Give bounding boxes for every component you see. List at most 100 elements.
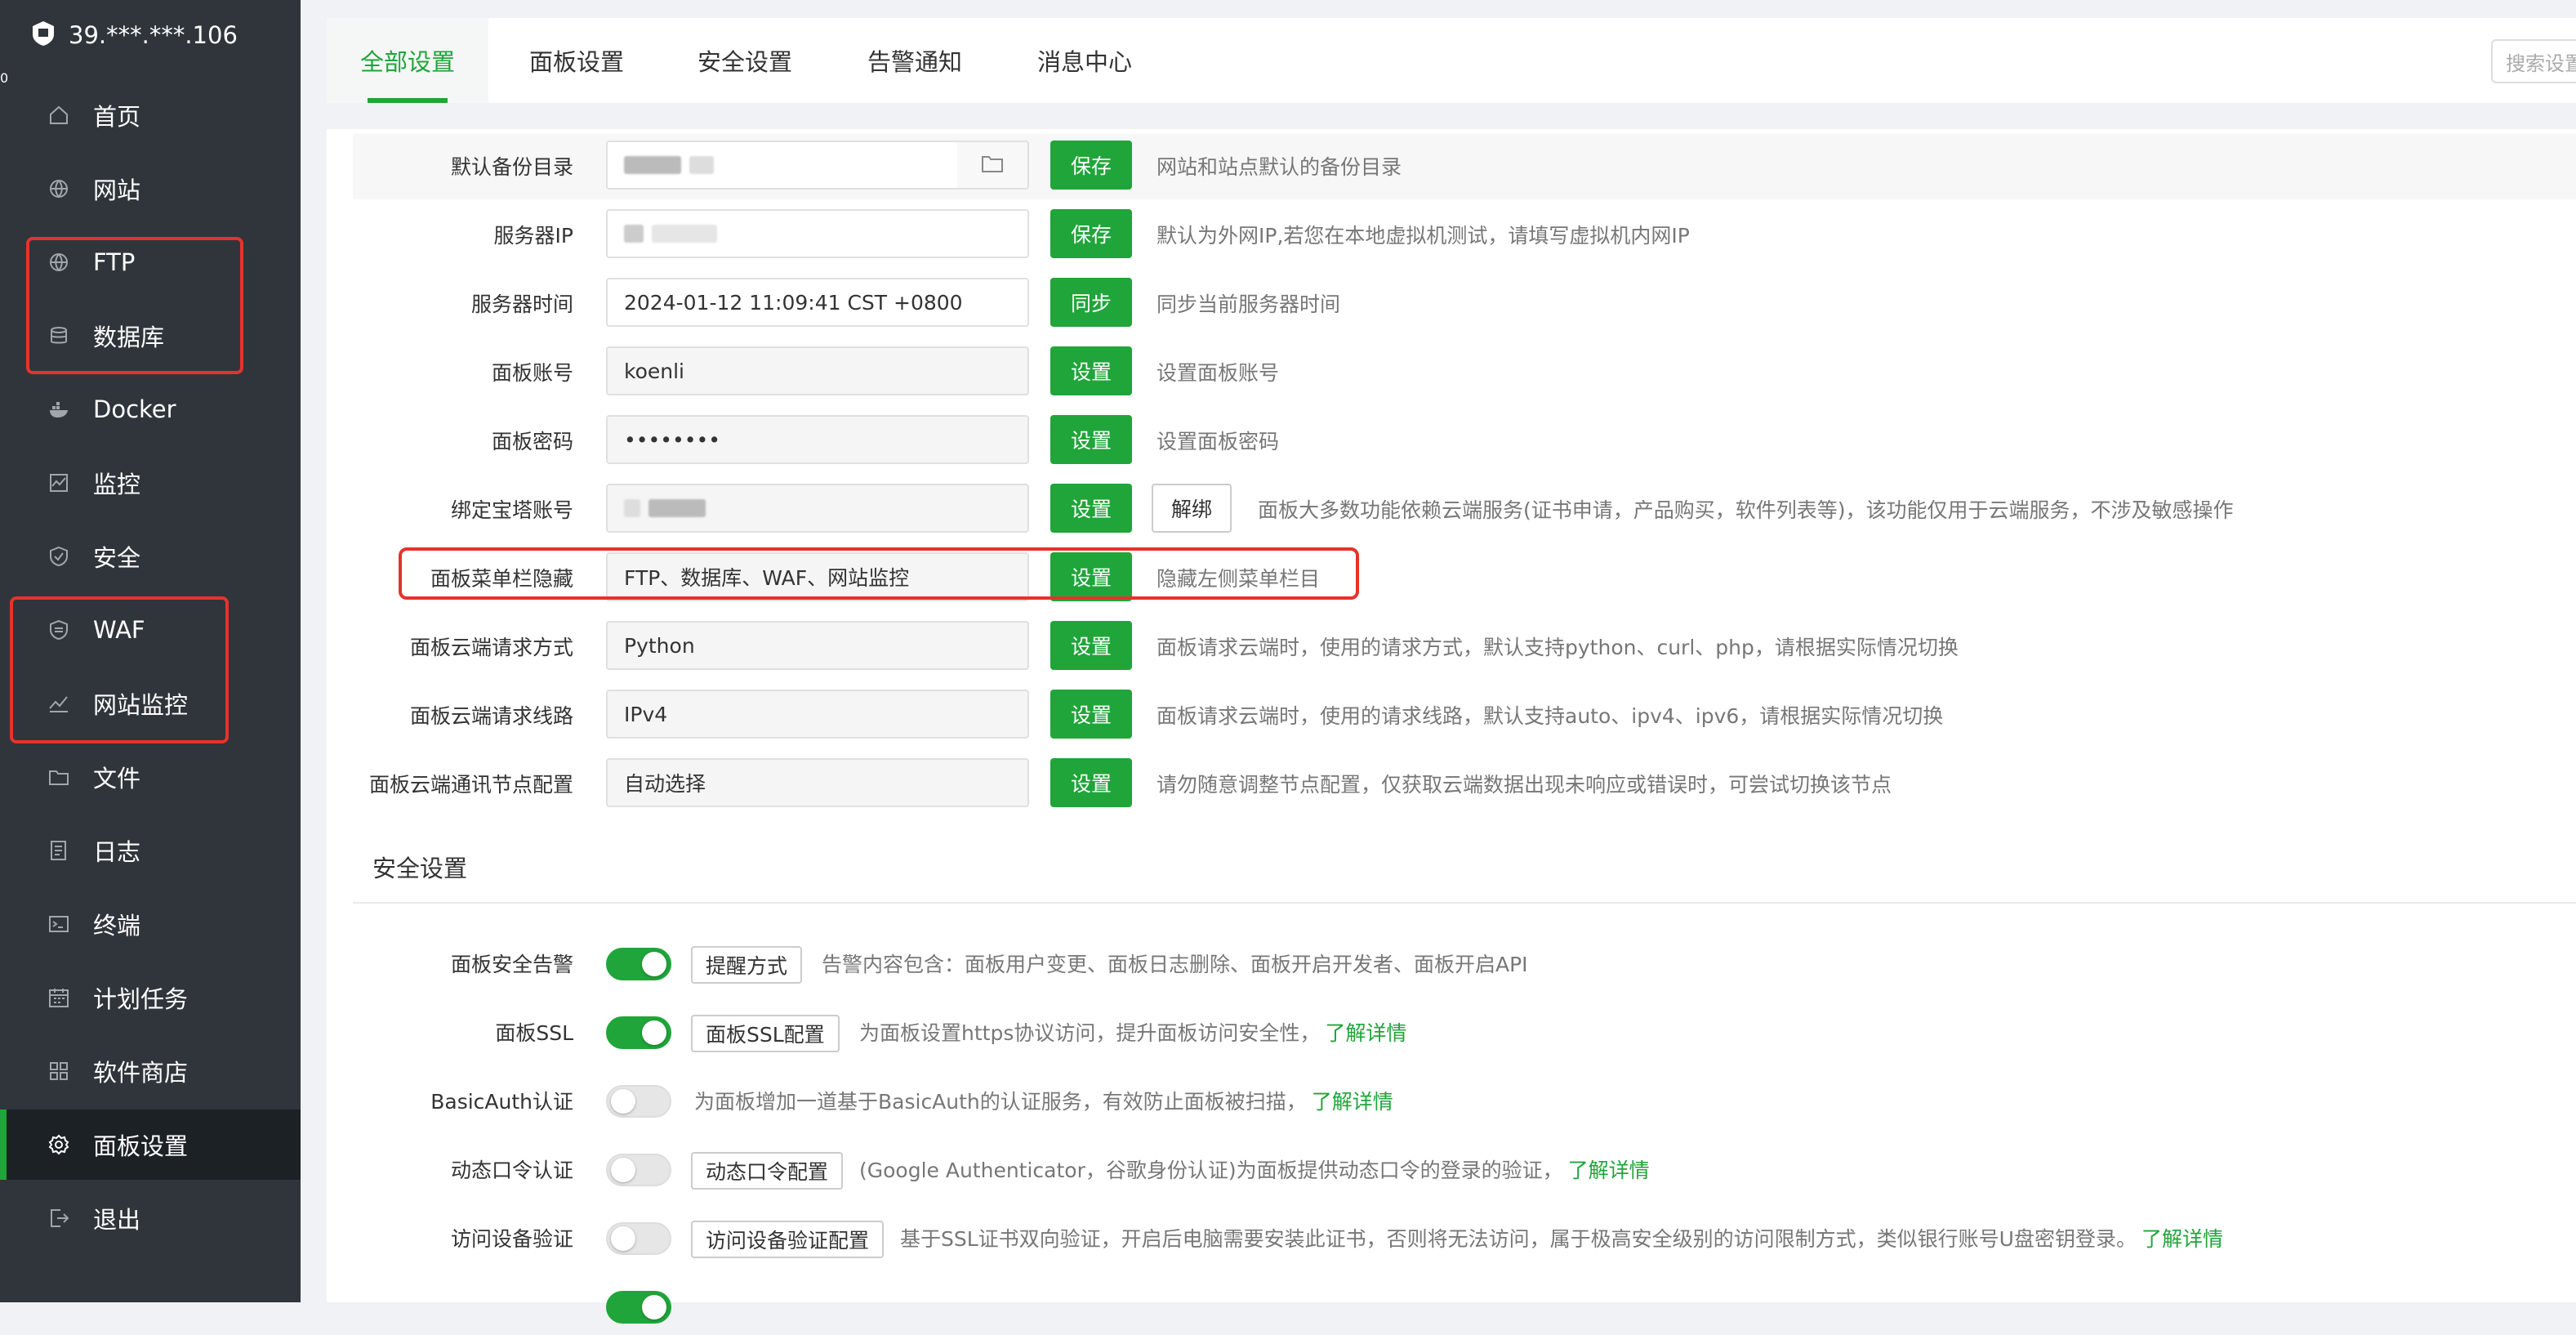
tab-message-center[interactable]: 消息中心 (1037, 18, 1132, 103)
device-verify-config-button[interactable]: 访问设备验证配置 (691, 1221, 885, 1258)
setting-label: 面板密码 (491, 430, 573, 453)
totp-config-button[interactable]: 动态口令配置 (691, 1152, 844, 1190)
setting-label: 绑定宝塔账号 (450, 498, 573, 522)
learn-more-link[interactable]: 了解详情 (1325, 1017, 1406, 1047)
desc-text: 为面板增加一道基于BasicAuth的认证服务，有效防止面板被扫描， (694, 1090, 1307, 1114)
set-node-config-button[interactable]: 设置 (1050, 758, 1132, 807)
tab-panel-settings[interactable]: 面板设置 (529, 18, 624, 103)
redacted-value (652, 225, 717, 243)
setting-label: BasicAuth认证 (430, 1090, 573, 1114)
setting-row-panel-password: 面板密码 •••••••• 设置 设置面板密码 (0, 412, 2576, 469)
desc-text: 基于SSL证书双向验证，开启后电脑需要安装此证书，否则将无法访问，属于极高安全级… (900, 1227, 2137, 1251)
set-account-button[interactable]: 设置 (1050, 346, 1132, 395)
panel-account-input[interactable]: koenli (606, 346, 1029, 395)
set-bind-account-button[interactable]: 设置 (1050, 484, 1132, 533)
server-ip-input[interactable] (606, 209, 1029, 258)
setting-desc: 设置面板账号 (1157, 361, 1280, 385)
desc-text: 告警内容包含：面板用户变更、面板日志删除、面板开启开发者、面板开启API (822, 953, 1528, 976)
learn-more-link[interactable]: 了解详情 (1568, 1154, 1650, 1184)
setting-row-server-ip: 服务器IP 保存 默认为外网IP,若您在本地虚拟机测试，请填写虚拟机内网IP (0, 206, 2576, 263)
section-divider (353, 902, 2576, 904)
setting-label: 面板云端通讯节点配置 (368, 773, 573, 797)
device-verify-toggle[interactable] (606, 1222, 671, 1255)
request-method-input[interactable]: Python (606, 621, 1029, 670)
setting-desc: 为面板增加一道基于BasicAuth的认证服务，有效防止面板被扫描， 了解详情 (694, 1072, 1393, 1129)
set-request-line-button[interactable]: 设置 (1050, 690, 1132, 739)
set-request-method-button[interactable]: 设置 (1050, 621, 1132, 670)
setting-desc: 面板请求云端时，使用的请求方式，默认支持python、curl、php，请根据实… (1157, 636, 1959, 659)
ssl-config-button[interactable]: 面板SSL配置 (691, 1015, 840, 1052)
setting-label: 默认备份目录 (450, 155, 573, 179)
setting-row-backup-dir: 默认备份目录 保存 网站和站点默认的备份目录 (0, 137, 2576, 194)
setting-desc: 基于SSL证书双向验证，开启后电脑需要安装此证书，否则将无法访问，属于极高安全级… (900, 1209, 2223, 1266)
setting-row-server-time: 服务器时间 2024-01-12 11:09:41 CST +0800 同步 同… (0, 275, 2576, 332)
security-row-totp: 动态口令认证 动态口令配置 (Google Authenticator，谷歌身份… (0, 1141, 2576, 1198)
alert-toggle[interactable] (606, 948, 671, 980)
setting-desc: 为面板设置https协议访问，提升面板访问安全性， 了解详情 (859, 1003, 1406, 1060)
tab-security-settings[interactable]: 安全设置 (697, 18, 792, 103)
redacted-value (648, 499, 706, 517)
basicauth-toggle[interactable] (606, 1085, 671, 1118)
folder-icon (981, 154, 1004, 176)
save-backup-dir-button[interactable]: 保存 (1050, 141, 1132, 190)
setting-label: 面板云端请求线路 (409, 704, 573, 728)
request-line-input[interactable]: IPv4 (606, 690, 1029, 739)
setting-label: 面板账号 (491, 361, 573, 385)
security-section-title: 安全设置 (372, 855, 468, 882)
redacted-value (624, 156, 681, 174)
terminal-icon (46, 911, 72, 937)
backup-dir-input[interactable] (606, 141, 959, 190)
setting-desc: 面板请求云端时，使用的请求线路，默认支持auto、ipv4、ipv6，请根据实际… (1157, 704, 1944, 728)
setting-desc: 面板大多数功能依赖云端服务(证书申请，产品购买，软件列表等)，该功能仅用于云端服… (1258, 498, 2234, 522)
unbind-account-button[interactable]: 解绑 (1152, 484, 1232, 533)
sync-time-button[interactable]: 同步 (1050, 278, 1132, 327)
learn-more-link[interactable]: 了解详情 (1312, 1086, 1393, 1115)
sidebar-item-label: 首页 (93, 103, 141, 131)
setting-desc: 设置面板密码 (1157, 430, 1280, 453)
tab-all-settings[interactable]: 全部设置 (327, 18, 488, 103)
setting-row-panel-account: 面板账号 koenli 设置 设置面板账号 (0, 343, 2576, 400)
setting-row-node-config: 面板云端通讯节点配置 自动选择 设置 请勿随意调整节点配置，仅获取云端数据出现未… (0, 755, 2576, 812)
security-row-device-verify: 访问设备验证 访问设备验证配置 基于SSL证书双向验证，开启后电脑需要安装此证书… (0, 1209, 2576, 1266)
setting-desc: 同步当前服务器时间 (1157, 292, 1341, 316)
redacted-value (689, 156, 714, 174)
partial-toggle[interactable] (606, 1291, 671, 1324)
home-icon (46, 102, 72, 128)
setting-desc: 告警内容包含：面板用户变更、面板日志删除、面板开启开发者、面板开启API (822, 935, 1528, 992)
setting-row-request-line: 面板云端请求线路 IPv4 设置 面板请求云端时，使用的请求线路，默认支持aut… (0, 686, 2576, 743)
redacted-value (624, 225, 644, 243)
setting-label: 服务器时间 (470, 292, 573, 316)
search-input[interactable]: 搜索设置 (2491, 39, 2576, 83)
security-row-alert: 面板安全告警 提醒方式 告警内容包含：面板用户变更、面板日志删除、面板开启开发者… (0, 935, 2576, 992)
bt-logo-icon (29, 20, 57, 51)
setting-label: 面板云端请求方式 (409, 636, 573, 659)
setting-label: 动态口令认证 (450, 1159, 573, 1182)
alert-method-button[interactable]: 提醒方式 (691, 946, 803, 984)
log-icon (46, 837, 72, 864)
setting-row-request-method: 面板云端请求方式 Python 设置 面板请求云端时，使用的请求方式，默认支持p… (0, 618, 2576, 675)
security-row-ssl: 面板SSL 面板SSL配置 为面板设置https协议访问，提升面板访问安全性，了… (0, 1003, 2576, 1060)
sidebar-item-logs[interactable]: 日志 (0, 815, 301, 886)
server-time-input[interactable]: 2024-01-12 11:09:41 CST +0800 (606, 278, 1029, 327)
learn-more-link[interactable]: 了解详情 (2141, 1223, 2223, 1252)
panel-password-input[interactable]: •••••••• (606, 415, 1029, 464)
setting-label: 面板SSL (495, 1021, 573, 1045)
folder-picker-button[interactable] (957, 141, 1029, 190)
settings-tabs: 全部设置 面板设置 安全设置 告警通知 消息中心 (327, 18, 2576, 103)
set-password-button[interactable]: 设置 (1050, 415, 1132, 464)
node-config-input[interactable]: 自动选择 (606, 758, 1029, 807)
ssl-toggle[interactable] (606, 1016, 671, 1049)
setting-desc: 请勿随意调整节点配置，仅获取云端数据出现未响应或错误时，可尝试切换该节点 (1157, 773, 1892, 797)
tab-alert-notification[interactable]: 告警通知 (867, 18, 962, 103)
security-row-basicauth: BasicAuth认证 为面板增加一道基于BasicAuth的认证服务，有效防止… (0, 1072, 2576, 1129)
redacted-value (624, 499, 640, 517)
sidebar-item-label: 日志 (93, 838, 141, 866)
save-server-ip-button[interactable]: 保存 (1050, 209, 1132, 258)
server-header[interactable]: 39.***.***.106 (0, 0, 301, 70)
bound-account-input[interactable] (606, 484, 1029, 533)
totp-toggle[interactable] (606, 1154, 671, 1186)
setting-desc: (Google Authenticator，谷歌身份认证)为面板提供动态口令的登… (859, 1141, 1650, 1198)
setting-label: 面板安全告警 (450, 953, 573, 976)
highlight-box-menu-hidden (399, 547, 1359, 600)
server-host: 39.***.***.106 (69, 21, 238, 49)
